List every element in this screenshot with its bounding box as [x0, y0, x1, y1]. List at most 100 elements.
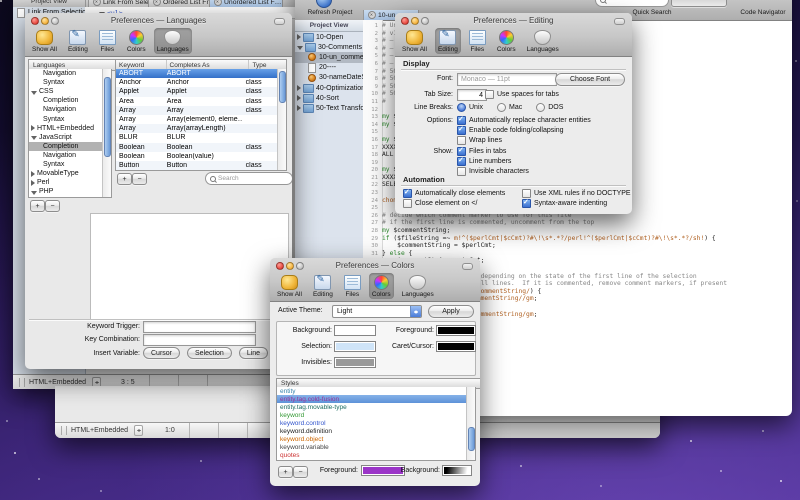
file-tree-item-30-comments[interactable]: 30-Comments	[295, 42, 363, 52]
color-well-background[interactable]	[334, 325, 376, 336]
file-tree-item-30-namedatestr[interactable]: 30-nameDateStr	[295, 73, 363, 83]
table-row[interactable]: ArrayArray(arrayLength)	[116, 124, 278, 133]
checkbox-syntax-aware-indenting[interactable]: Syntax-aware indenting	[522, 198, 631, 208]
tab-size-input[interactable]: 4	[457, 89, 487, 101]
checkbox-use-xml-rules-if-no-doctype[interactable]: Use XML rules if no DOCTYPE	[522, 188, 631, 198]
language-mode[interactable]: HTML+Embedded	[71, 427, 128, 434]
toolbar-pill-button[interactable]	[274, 18, 285, 25]
language-tree-item-completion[interactable]: Completion	[29, 142, 103, 151]
disclosure-closed-icon[interactable]	[297, 85, 301, 91]
file-tree-item-10-open[interactable]: 10-Open	[295, 32, 363, 42]
language-tree-item-navigation[interactable]: Navigation	[29, 69, 103, 78]
remove-style-button[interactable]: −	[293, 466, 308, 478]
cursor-button[interactable]: Cursor	[143, 347, 180, 359]
checkbox-automatically-close-elements[interactable]: Automatically close elements	[403, 188, 505, 198]
selection-button[interactable]: Selection	[187, 347, 232, 359]
checkbox-invisible-characters[interactable]: Invisible characters	[457, 166, 529, 176]
disclosure-closed-icon[interactable]	[31, 180, 35, 186]
add-style-button[interactable]: +	[278, 466, 293, 478]
toolbar-item-files[interactable]: Files	[466, 28, 489, 54]
keyword-trigger-input[interactable]	[143, 321, 256, 333]
checkbox-enable-code-folding-collapsing[interactable]: Enable code folding/collapsing	[457, 125, 591, 135]
code-navigator-button[interactable]	[671, 0, 727, 7]
checkbox[interactable]	[457, 167, 466, 176]
table-row[interactable]: ButtonButtonclass	[116, 161, 278, 170]
language-tree-item-javascript[interactable]: JavaScript	[29, 133, 103, 142]
style-item-entity-tag-cold-fusion[interactable]: entity.tag.cold-fusion	[277, 395, 467, 403]
language-tree-item-movabletype[interactable]: MovableType	[29, 169, 103, 178]
language-mode[interactable]: HTML+Embedded	[29, 379, 86, 386]
resize-grip[interactable]	[19, 378, 25, 387]
style-item-keyword-control[interactable]: keyword.control	[277, 419, 467, 427]
key-combination-input[interactable]	[143, 334, 256, 346]
color-well-invisibles[interactable]	[334, 357, 376, 368]
table-row[interactable]: AnchorAnchorclass	[116, 78, 278, 87]
table-row[interactable]: ArrayArray(element0, eleme…	[116, 115, 278, 124]
scrollbar[interactable]	[466, 387, 475, 460]
checkbox-line-numbers[interactable]: Line numbers	[457, 156, 529, 166]
language-tree-item-syntax[interactable]: Syntax	[29, 78, 103, 87]
mode-stepper[interactable]	[134, 425, 143, 436]
style-item-keyword-variable[interactable]: keyword.variable	[277, 443, 467, 451]
toolbar-item-languages[interactable]: Languages	[154, 28, 192, 54]
toolbar-item-colors[interactable]: Colors	[369, 273, 394, 299]
table-row[interactable]: BooleanBooleanclass	[116, 143, 278, 152]
language-tree-item-syntax[interactable]: Syntax	[29, 160, 103, 169]
checkbox[interactable]	[457, 147, 466, 156]
checkbox[interactable]	[457, 116, 466, 125]
toolbar-pill-button[interactable]	[462, 263, 473, 270]
checkbox[interactable]	[485, 90, 494, 99]
checkbox[interactable]	[522, 199, 531, 208]
toolbar-item-languages[interactable]: Languages	[399, 273, 437, 299]
disclosure-open-icon[interactable]	[297, 46, 303, 50]
disclosure-closed-icon[interactable]	[297, 34, 301, 40]
scrollbar[interactable]	[102, 69, 111, 197]
radio-button[interactable]	[457, 103, 466, 112]
style-item-entity-tag-movable-type[interactable]: entity.tag.movable-type	[277, 403, 467, 411]
close-icon[interactable]	[93, 0, 101, 6]
language-tree-item-syntax[interactable]: Syntax	[29, 114, 103, 123]
toolbar-pill-button[interactable]	[614, 18, 625, 25]
style-item-entity[interactable]: entity	[277, 387, 467, 395]
disclosure-closed-icon[interactable]	[31, 125, 35, 131]
toolbar-item-editing[interactable]: Editing	[65, 28, 91, 54]
tab-link-from-selection[interactable]: Link From Selection	[88, 0, 152, 7]
language-tree-item-perl[interactable]: Perl	[29, 178, 103, 187]
radio-button[interactable]	[536, 103, 545, 112]
checkbox-wrap-lines[interactable]: Wrap lines	[457, 135, 591, 145]
table-row[interactable]: AppletAppletclass	[116, 87, 278, 96]
scrollbar[interactable]	[277, 69, 286, 170]
checkbox[interactable]	[522, 189, 531, 198]
toolbar-item-show-all[interactable]: Show All	[399, 28, 430, 54]
language-tree-item-navigation[interactable]: Navigation	[29, 151, 103, 160]
remove-language-button[interactable]: −	[45, 200, 60, 212]
add-keyword-button[interactable]: +	[117, 173, 132, 185]
close-icon[interactable]	[153, 0, 161, 6]
table-row[interactable]: AreaAreaclass	[116, 97, 278, 106]
apply-button[interactable]: Apply	[428, 305, 474, 318]
theme-dropdown[interactable]: Light	[332, 305, 422, 318]
radio-dos[interactable]: DOS	[536, 102, 563, 112]
checkbox[interactable]	[403, 189, 412, 198]
checkbox[interactable]	[403, 199, 412, 208]
choose-font-button[interactable]: Choose Font	[555, 73, 625, 86]
resize-grip[interactable]	[61, 426, 67, 435]
add-language-button[interactable]: +	[30, 200, 45, 212]
table-row[interactable]: BLURBLUR	[116, 133, 278, 142]
background-swatch[interactable]	[442, 465, 472, 476]
radio-unix[interactable]: Unix	[457, 102, 483, 112]
table-row[interactable]: ArrayArrayclass	[116, 106, 278, 115]
refresh-project-icon[interactable]	[316, 0, 332, 8]
quick-search-input[interactable]	[595, 0, 669, 7]
color-well-foreground[interactable]	[436, 325, 476, 336]
file-tree-item-40-sort[interactable]: 40-Sort	[295, 93, 363, 103]
table-row[interactable]: BooleanBoolean(value)	[116, 152, 278, 161]
toolbar-item-editing[interactable]: Editing	[435, 28, 461, 54]
radio-button[interactable]	[497, 103, 506, 112]
disclosure-closed-icon[interactable]	[31, 171, 35, 177]
radio-mac[interactable]: Mac	[497, 102, 522, 112]
remove-keyword-button[interactable]: −	[132, 173, 147, 185]
color-well-caret-cursor[interactable]	[436, 341, 476, 352]
toolbar-item-colors[interactable]: Colors	[124, 28, 149, 54]
close-icon[interactable]	[368, 11, 376, 19]
